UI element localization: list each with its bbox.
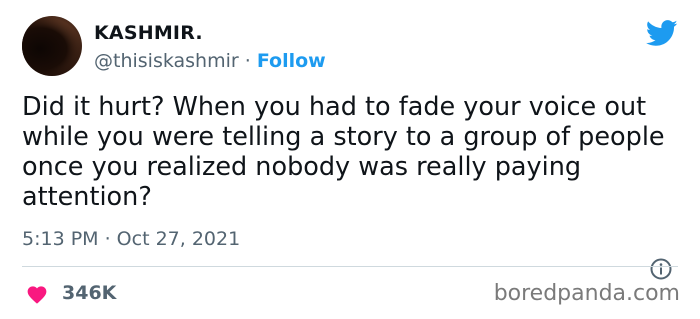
author-handle-row: @thisiskashmir · Follow — [94, 50, 326, 72]
watermark: boredpanda.com — [493, 281, 680, 306]
follow-button[interactable]: Follow — [257, 50, 326, 72]
heart-icon[interactable] — [26, 284, 48, 304]
like-count[interactable]: 346K — [62, 282, 116, 304]
avatar-photo — [22, 16, 82, 76]
tweet-card: KASHMIR. @thisiskashmir · Follow Did it … — [0, 0, 700, 319]
tweet-timestamp[interactable]: 5:13 PM · Oct 27, 2021 — [22, 228, 240, 250]
author-name[interactable]: KASHMIR. — [94, 22, 203, 44]
divider — [22, 266, 678, 267]
twitter-bird-icon[interactable] — [646, 20, 678, 47]
tweet-text: Did it hurt? When you had to fade your v… — [22, 92, 665, 212]
avatar[interactable] — [22, 16, 82, 76]
handle-separator: · — [244, 50, 251, 72]
info-icon[interactable] — [650, 258, 672, 280]
author-handle[interactable]: @thisiskashmir — [94, 50, 239, 72]
